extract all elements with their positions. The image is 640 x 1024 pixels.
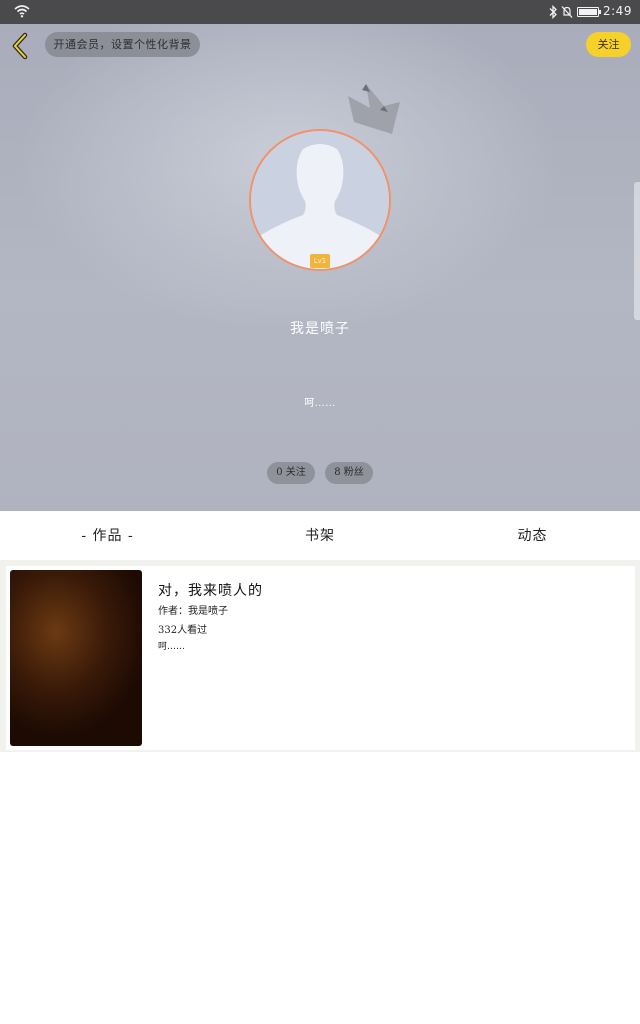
level-badge: Lv1: [310, 254, 330, 268]
work-title: 对，我来喷人的: [158, 583, 263, 599]
tab-works[interactable]: - 作品 -: [40, 511, 175, 560]
work-views: 332人看过: [158, 625, 208, 636]
avatar[interactable]: [249, 129, 391, 271]
following-count[interactable]: 0 关注: [267, 462, 315, 484]
bluetooth-icon: [549, 5, 557, 19]
work-author: 作者：我是喷子: [158, 606, 228, 617]
vip-background-banner[interactable]: 开通会员，设置个性化背景: [45, 32, 200, 57]
username: 我是喷子: [290, 321, 350, 337]
back-button[interactable]: [8, 32, 32, 60]
follow-button[interactable]: 关注: [586, 32, 631, 57]
work-cover-image[interactable]: [10, 570, 142, 746]
status-bar: 2:49: [0, 0, 640, 24]
scroll-indicator[interactable]: [634, 182, 640, 320]
default-avatar-icon: [251, 131, 389, 269]
wifi-icon: [14, 5, 30, 18]
status-time: 2:49: [603, 4, 632, 18]
work-description: 呵……: [158, 642, 186, 652]
battery-icon: [577, 7, 601, 17]
tab-activity[interactable]: 动态: [470, 511, 595, 560]
tab-bar: - 作品 - 书架 动态: [0, 511, 640, 560]
fans-count[interactable]: 8 粉丝: [325, 462, 373, 484]
signature: 呵……: [304, 398, 336, 409]
profile-header: 开通会员，设置个性化背景 关注 Lv1 我是喷子 呵…… 0 关注 8 粉丝: [0, 24, 640, 511]
tab-bookshelf[interactable]: 书架: [255, 511, 385, 560]
mute-icon: [561, 6, 573, 18]
